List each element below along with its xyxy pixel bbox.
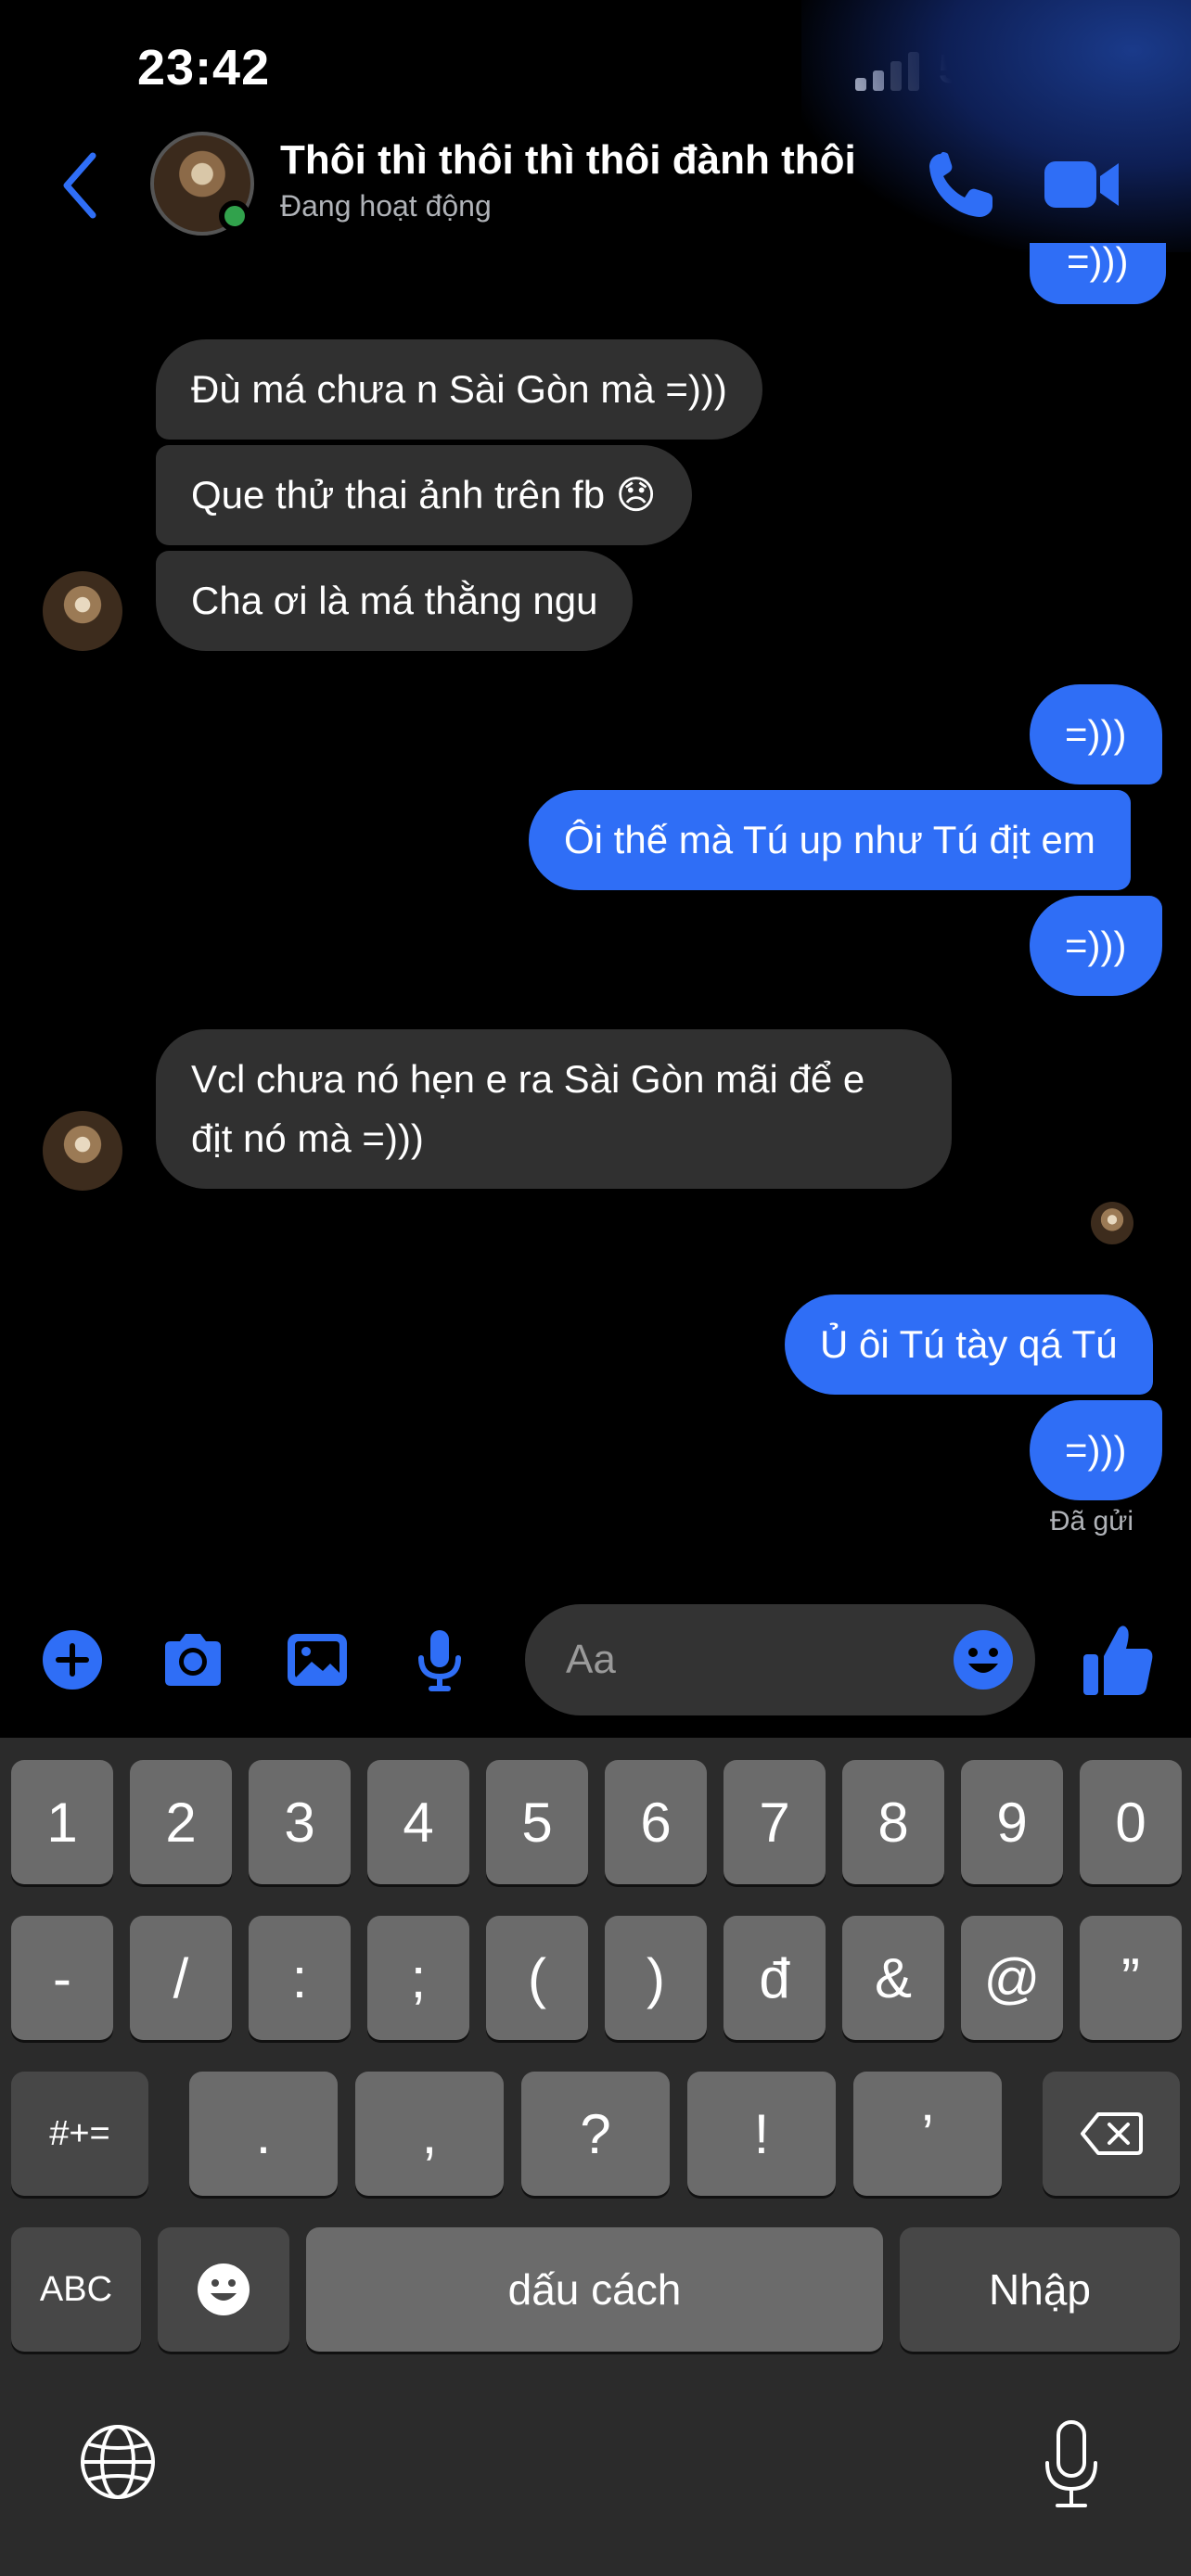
delivery-status: Đã gửi (1049, 1506, 1133, 1537)
status-time: 23:42 (137, 40, 271, 96)
sender-avatar[interactable] (43, 1111, 122, 1191)
emoji-keyboard-icon (198, 2264, 250, 2315)
message-incoming[interactable]: Đù má chưa n Sài Gòn mà =))) (156, 339, 762, 440)
key-7[interactable]: 7 (724, 1760, 826, 1884)
key-apostrophe[interactable]: ’ (853, 2072, 1002, 2196)
message-outgoing[interactable]: Ủ ôi Tú tày qá Tú (785, 1294, 1153, 1395)
message-outgoing[interactable]: =))) (1030, 242, 1166, 304)
key-0[interactable]: 0 (1080, 1760, 1182, 1884)
key-dash[interactable]: - (11, 1916, 113, 2040)
key-return[interactable]: Nhập (900, 2227, 1180, 2352)
key-question[interactable]: ? (521, 2072, 670, 2196)
back-arrow-icon[interactable] (58, 148, 104, 223)
message-input[interactable] (566, 1604, 937, 1715)
contact-name[interactable]: Thôi thì thôi thì thôi đành thôi (280, 137, 856, 184)
key-1[interactable]: 1 (11, 1760, 113, 1884)
key-space[interactable]: dấu cách (306, 2227, 883, 2352)
key-slash[interactable]: / (130, 1916, 232, 2040)
sender-avatar[interactable] (43, 571, 122, 651)
message-incoming[interactable]: Cha ơi là má thằng ngu (156, 551, 634, 651)
video-call-icon[interactable] (1043, 156, 1121, 213)
key-3[interactable]: 3 (249, 1760, 351, 1884)
key-8[interactable]: 8 (842, 1760, 944, 1884)
key-exclamation[interactable]: ! (687, 2072, 836, 2196)
key-2[interactable]: 2 (130, 1760, 232, 1884)
key-semicolon[interactable]: ; (367, 1916, 469, 2040)
seen-receipt-avatar (1091, 1202, 1133, 1244)
camera-icon[interactable] (160, 1626, 226, 1693)
key-9[interactable]: 9 (961, 1760, 1063, 1884)
phone-call-icon[interactable] (924, 148, 998, 223)
message-outgoing[interactable]: =))) (1030, 1400, 1162, 1500)
key-d-stroke[interactable]: đ (724, 1916, 826, 2040)
photo-gallery-icon[interactable] (284, 1626, 351, 1693)
backspace-icon (1081, 2112, 1143, 2155)
key-ampersand[interactable]: & (842, 1916, 944, 2040)
message-outgoing[interactable]: =))) (1030, 684, 1162, 784)
key-5[interactable]: 5 (486, 1760, 588, 1884)
key-open-paren[interactable]: ( (486, 1916, 588, 2040)
emoji-icon[interactable] (952, 1628, 1015, 1691)
key-abc-toggle[interactable]: ABC (11, 2227, 141, 2352)
key-symbols-toggle[interactable]: #+= (11, 2072, 148, 2196)
key-4[interactable]: 4 (367, 1760, 469, 1884)
key-backspace[interactable] (1043, 2072, 1180, 2196)
plus-icon[interactable] (39, 1626, 106, 1693)
key-quote[interactable]: ” (1080, 1916, 1182, 2040)
key-6[interactable]: 6 (605, 1760, 707, 1884)
thumbs-up-icon[interactable] (1082, 1621, 1156, 1699)
message-input-container[interactable] (525, 1604, 1035, 1715)
message-outgoing[interactable]: =))) (1030, 896, 1162, 996)
key-close-paren[interactable]: ) (605, 1916, 707, 2040)
key-colon[interactable]: : (249, 1916, 351, 2040)
dictation-mic-icon[interactable] (1041, 2420, 1102, 2509)
message-incoming[interactable]: Vcl chưa nó hẹn e ra Sài Gòn mãi để e đị… (156, 1029, 952, 1189)
message-incoming[interactable]: Que thử thai ảnh trên fb 😞 (156, 445, 692, 545)
contact-active-status: Đang hoạt động (280, 189, 492, 223)
key-emoji[interactable] (158, 2227, 289, 2352)
key-at[interactable]: @ (961, 1916, 1063, 2040)
key-comma[interactable]: , (355, 2072, 504, 2196)
conversation-header: Thôi thì thôi thì thôi đành thôi Đang ho… (0, 121, 1191, 252)
globe-icon[interactable] (78, 2422, 158, 2502)
message-outgoing[interactable]: Ôi thế mà Tú up như Tú địt em (529, 790, 1131, 890)
microphone-icon[interactable] (406, 1626, 473, 1693)
online-status-dot (219, 200, 250, 232)
message-line: Vcl chưa nó hẹn e ra Sài Gòn mãi để e (191, 1057, 865, 1101)
message-line: địt nó mà =))) (191, 1116, 424, 1160)
key-period[interactable]: . (189, 2072, 338, 2196)
